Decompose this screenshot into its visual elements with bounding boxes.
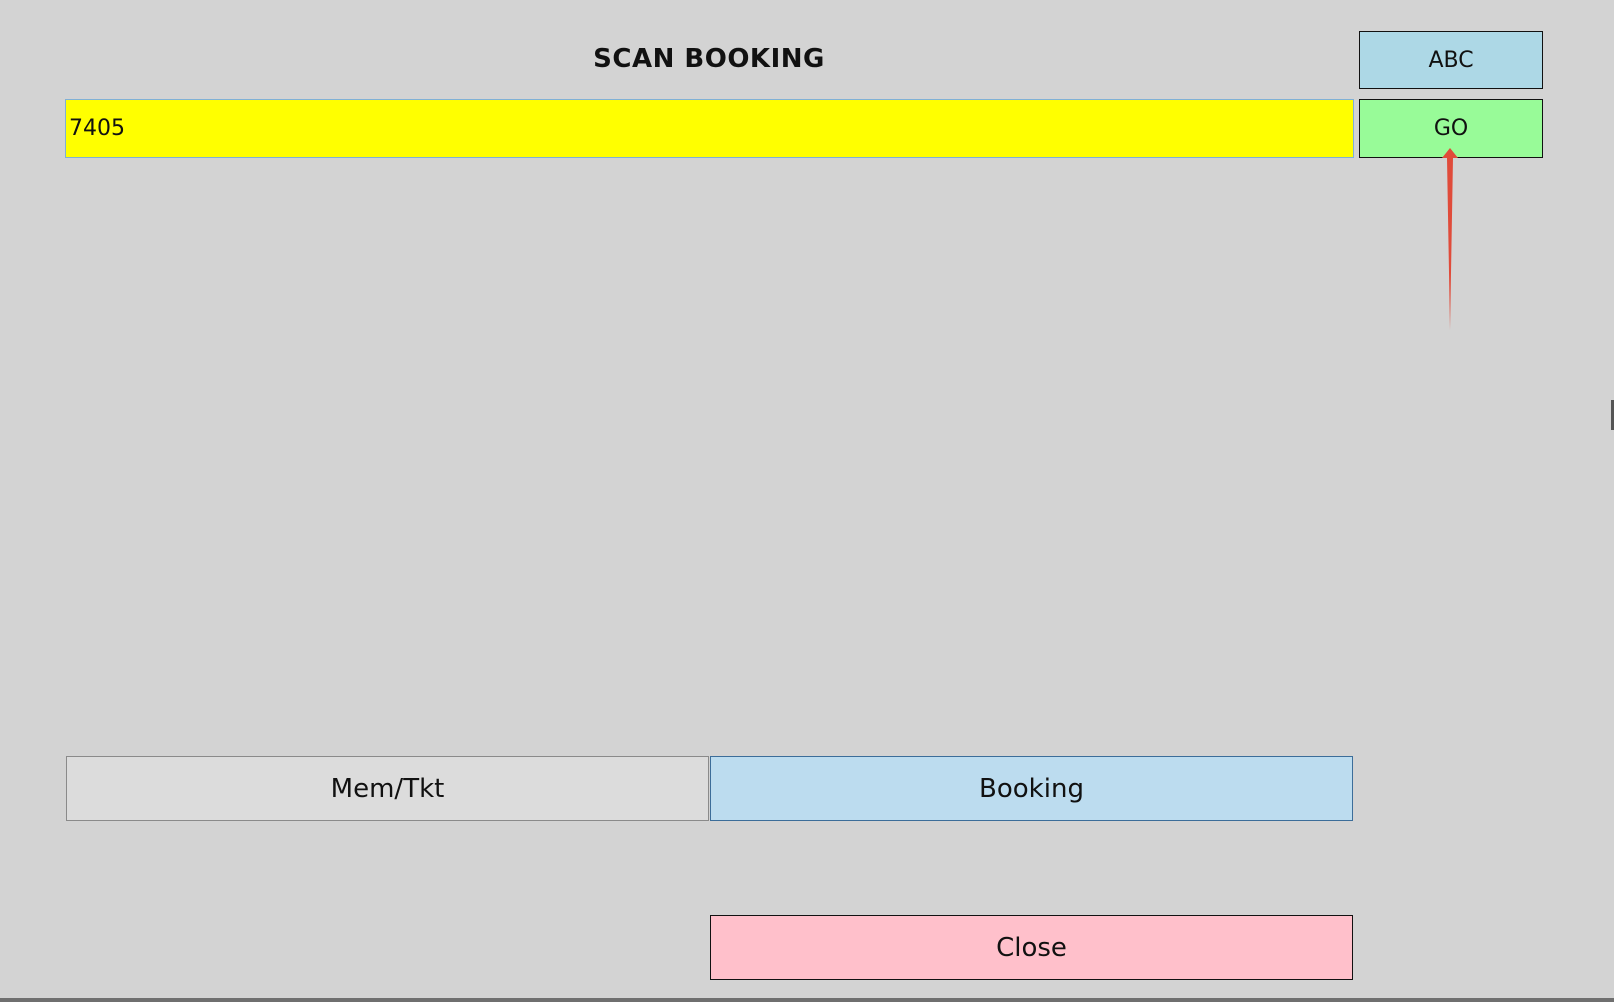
mem-tkt-button-label: Mem/Tkt xyxy=(330,773,445,804)
booking-button[interactable]: Booking xyxy=(710,756,1353,821)
arrow-up-icon xyxy=(1442,148,1458,330)
booking-button-label: Booking xyxy=(979,773,1084,804)
page-title: SCAN BOOKING xyxy=(593,44,825,74)
window-bottom-border xyxy=(0,998,1614,1002)
booking-scan-input[interactable] xyxy=(65,99,1354,158)
abc-keyboard-button[interactable]: ABC xyxy=(1359,31,1543,89)
abc-button-label: ABC xyxy=(1428,47,1474,73)
go-button-label: GO xyxy=(1433,116,1469,141)
scan-booking-window: SCAN BOOKING ABC GO Mem/Tkt Booking Clos… xyxy=(0,0,1614,1002)
close-button-label: Close xyxy=(996,932,1067,963)
close-button[interactable]: Close xyxy=(710,915,1353,980)
mem-tkt-button[interactable]: Mem/Tkt xyxy=(66,756,709,821)
